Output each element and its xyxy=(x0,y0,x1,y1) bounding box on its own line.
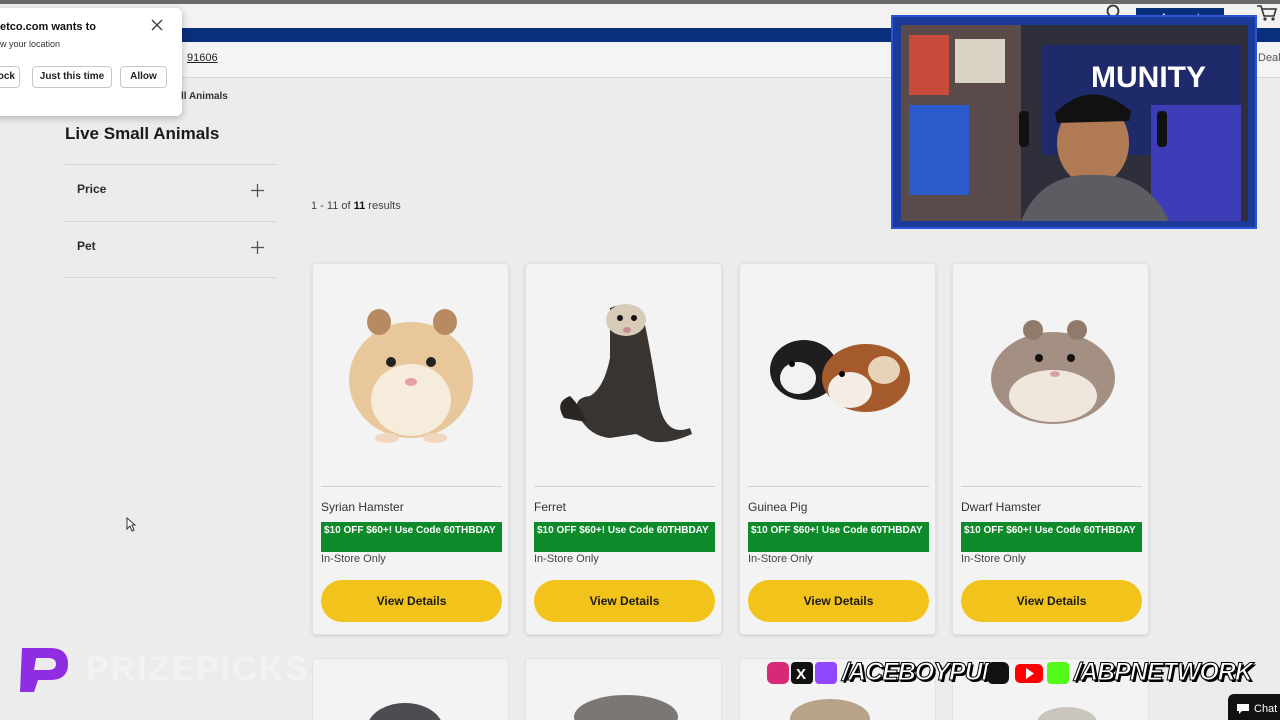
block-location-button[interactable]: ock xyxy=(0,66,20,88)
promo-badge: $10 OFF $60+! Use Code 60THBDAY xyxy=(321,522,502,552)
store-zip-link[interactable]: 91606 xyxy=(187,52,218,64)
kick-icon xyxy=(1047,662,1069,684)
location-permission-popup: etco.com wants to w your location ock Ju… xyxy=(0,8,182,116)
social-icons-right xyxy=(987,662,1069,684)
view-details-button[interactable]: View Details xyxy=(961,580,1142,622)
product-card[interactable] xyxy=(525,658,722,720)
product-card[interactable]: Ferret $10 OFF $60+! Use Code 60THBDAY I… xyxy=(525,263,722,635)
product-card[interactable]: Syrian Hamster $10 OFF $60+! Use Code 60… xyxy=(312,263,509,635)
webcam-banner-text: MUNITY xyxy=(1091,61,1206,94)
instagram-icon xyxy=(767,662,789,684)
rat-image xyxy=(574,695,678,720)
results-count: 1 - 11 of 11 results xyxy=(311,200,401,212)
availability-label: In-Store Only xyxy=(534,553,599,565)
product-card[interactable]: Guinea Pig $10 OFF $60+! Use Code 60THBD… xyxy=(739,263,936,635)
popup-title: etco.com wants to xyxy=(0,21,96,33)
product-card[interactable]: Dwarf Hamster $10 OFF $60+! Use Code 60T… xyxy=(952,263,1149,635)
chat-icon xyxy=(1237,704,1249,714)
product-name[interactable]: Dwarf Hamster xyxy=(961,500,1041,514)
social-icons-left: X xyxy=(767,662,837,684)
product-name[interactable]: Ferret xyxy=(534,500,566,514)
view-details-button[interactable]: View Details xyxy=(534,580,715,622)
twitch-icon xyxy=(815,662,837,684)
social-handle-network: /ABPNETWORK xyxy=(1074,658,1254,687)
prizepicks-logo-icon xyxy=(20,648,68,692)
cart-icon[interactable] xyxy=(1256,4,1278,22)
mouse-cursor-icon xyxy=(126,517,136,532)
promo-badge: $10 OFF $60+! Use Code 60THBDAY xyxy=(961,522,1142,552)
popup-subtitle: w your location xyxy=(0,39,61,49)
deals-link[interactable]: Deal xyxy=(1258,52,1280,64)
svg-text:X: X xyxy=(796,666,806,683)
filter-pet[interactable]: Pet xyxy=(65,221,276,278)
dwarf-hamster-image[interactable] xyxy=(967,278,1134,468)
breadcrumb[interactable]: ll Animals xyxy=(181,91,228,102)
allow-once-button[interactable]: Just this time xyxy=(32,66,112,88)
availability-label: In-Store Only xyxy=(321,553,386,565)
view-details-button[interactable]: View Details xyxy=(748,580,929,622)
view-details-button[interactable]: View Details xyxy=(321,580,502,622)
streamer-image: MUNITY xyxy=(901,25,1248,221)
promo-badge: $10 OFF $60+! Use Code 60THBDAY xyxy=(534,522,715,552)
plus-icon[interactable] xyxy=(251,241,264,254)
product-name[interactable]: Syrian Hamster xyxy=(321,500,404,514)
webcam-feed: MUNITY xyxy=(901,25,1248,221)
filter-label: Price xyxy=(77,182,107,196)
filter-label: Pet xyxy=(77,239,96,253)
close-icon[interactable] xyxy=(150,18,164,32)
tiktok-icon xyxy=(987,662,1009,684)
chat-button[interactable]: Chat xyxy=(1228,694,1280,720)
syrian-hamster-image[interactable] xyxy=(327,278,494,468)
allow-location-button[interactable]: Allow xyxy=(120,66,167,88)
plus-icon[interactable] xyxy=(251,184,264,197)
webcam-overlay: MUNITY xyxy=(891,15,1257,229)
filter-price[interactable]: Price xyxy=(65,164,276,221)
guinea-pig-image[interactable] xyxy=(754,278,921,468)
product-name[interactable]: Guinea Pig xyxy=(748,500,807,514)
promo-badge: $10 OFF $60+! Use Code 60THBDAY xyxy=(748,522,929,552)
sponsor-watermark: PRIZEPICKS xyxy=(86,650,311,688)
availability-label: In-Store Only xyxy=(748,553,813,565)
page-title: Live Small Animals xyxy=(65,124,220,143)
chinchilla-image xyxy=(369,703,441,720)
ferret-image[interactable] xyxy=(540,278,707,468)
social-handle-primary: /ACEBOYPUN xyxy=(842,658,1001,687)
product-card[interactable] xyxy=(312,658,509,720)
availability-label: In-Store Only xyxy=(961,553,1026,565)
